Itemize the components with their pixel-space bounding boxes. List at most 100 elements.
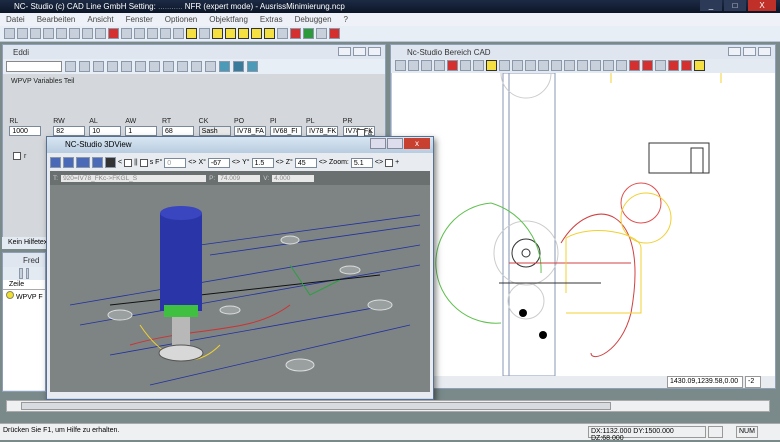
minimize-button[interactable]	[728, 47, 741, 56]
step-icon[interactable]	[316, 28, 327, 39]
list-item[interactable]: WPVP F	[3, 290, 45, 302]
context-help-icon[interactable]	[199, 28, 210, 39]
f-input[interactable]: 0	[164, 157, 187, 168]
checkbox-r[interactable]	[13, 152, 21, 160]
zoom-step-button[interactable]: <>	[375, 159, 383, 166]
close-button[interactable]	[758, 47, 771, 56]
center-icon[interactable]	[564, 60, 575, 71]
zoom-dec-button[interactable]: <>	[319, 159, 327, 166]
z-dec-button[interactable]: <>	[276, 159, 284, 166]
view-front-icon[interactable]	[50, 157, 61, 168]
new-file-icon[interactable]	[4, 28, 15, 39]
close-button[interactable]: x	[404, 138, 430, 149]
scrollbar-thumb[interactable]	[21, 402, 611, 410]
menu-datei[interactable]: Datei	[6, 15, 25, 24]
view-car-icon[interactable]	[63, 157, 74, 168]
field-input-rt[interactable]: 68	[161, 126, 194, 136]
menu-help[interactable]: ?	[344, 15, 348, 24]
view-5-icon[interactable]	[264, 28, 275, 39]
color-icon[interactable]	[694, 60, 705, 71]
view-multi-icon[interactable]	[92, 157, 103, 168]
cancel-icon[interactable]	[79, 61, 90, 72]
zoom-icon[interactable]	[395, 60, 406, 71]
cut-icon[interactable]	[121, 61, 132, 72]
field-input-pl[interactable]: IV78_FK	[305, 126, 338, 136]
grid-icon[interactable]	[149, 61, 160, 72]
zoom-in-icon[interactable]	[408, 60, 419, 71]
open-icon[interactable]	[17, 28, 28, 39]
z-input[interactable]: 45	[294, 157, 317, 168]
restore-button[interactable]	[743, 47, 756, 56]
window-icon[interactable]	[134, 28, 145, 39]
stop-icon[interactable]	[329, 28, 340, 39]
ruler-icon[interactable]	[499, 60, 510, 71]
snap-icon[interactable]	[473, 60, 484, 71]
list-icon[interactable]	[147, 28, 158, 39]
menu-optionen[interactable]: Optionen	[165, 15, 197, 24]
grid-icon[interactable]	[460, 60, 471, 71]
cancel-icon[interactable]	[290, 28, 301, 39]
field-input-ck[interactable]: Sash	[198, 126, 231, 136]
prev-button[interactable]: <	[118, 159, 122, 166]
palette-icon[interactable]	[108, 28, 119, 39]
tree-icon[interactable]	[107, 61, 118, 72]
block-icon[interactable]	[163, 61, 174, 72]
block2-icon[interactable]	[177, 61, 188, 72]
wand-icon[interactable]	[135, 61, 146, 72]
view-iso-icon[interactable]	[668, 60, 679, 71]
x-dec-button[interactable]: <>	[188, 159, 196, 166]
maximize-button[interactable]	[387, 138, 403, 149]
line2-icon[interactable]	[525, 60, 536, 71]
y-dec-button[interactable]: <>	[232, 159, 240, 166]
restore-button[interactable]	[353, 47, 366, 56]
object-icon[interactable]	[95, 28, 106, 39]
column-header[interactable]: Zeile	[3, 280, 45, 290]
field-input-rw[interactable]: 82	[53, 126, 86, 136]
field-input-aw[interactable]: 1	[125, 126, 158, 136]
checkbox-plus[interactable]	[385, 158, 394, 167]
cut-icon[interactable]	[19, 268, 23, 279]
view-top-icon[interactable]	[655, 60, 666, 71]
zoom-input[interactable]: 5.1	[350, 157, 373, 168]
help-icon[interactable]	[186, 28, 197, 39]
perpendicular-icon[interactable]	[590, 60, 601, 71]
3d-icon[interactable]	[219, 61, 230, 72]
paste-icon[interactable]	[25, 268, 29, 279]
intersect-icon[interactable]	[577, 60, 588, 71]
glasses-icon[interactable]	[82, 28, 93, 39]
view-back-icon[interactable]	[681, 60, 692, 71]
field-input-al[interactable]: 10	[89, 126, 122, 136]
y-input[interactable]: 1.5	[251, 157, 274, 168]
copy-icon[interactable]	[191, 61, 202, 72]
edit-icon[interactable]	[160, 28, 171, 39]
checkbox-f[interactable]	[139, 158, 148, 167]
cad-canvas[interactable]	[391, 73, 775, 376]
maximize-button[interactable]: □	[724, 0, 746, 11]
hand-icon[interactable]	[65, 61, 76, 72]
x-input[interactable]: -67	[207, 157, 230, 168]
pick-icon[interactable]	[69, 28, 80, 39]
view-side-icon[interactable]	[76, 157, 90, 168]
arrow-line-icon[interactable]	[538, 60, 549, 71]
checkbox[interactable]	[124, 158, 133, 167]
menu-objektfang[interactable]: Objektfang	[209, 15, 248, 24]
tangent-icon[interactable]	[603, 60, 614, 71]
menu-debuggen[interactable]: Debuggen	[295, 15, 332, 24]
xyz-icon[interactable]	[486, 60, 497, 71]
print-icon[interactable]	[173, 28, 184, 39]
view-side-icon[interactable]	[642, 60, 653, 71]
zoom-all-icon[interactable]	[434, 60, 445, 71]
debug-icon[interactable]	[277, 28, 288, 39]
minimize-button[interactable]	[338, 47, 351, 56]
close-button[interactable]: X	[748, 0, 776, 11]
close-button[interactable]	[368, 47, 381, 56]
zoom-out-icon[interactable]	[421, 60, 432, 71]
line-icon[interactable]	[512, 60, 523, 71]
field-input-rl[interactable]: 1000	[9, 126, 42, 136]
view-2-icon[interactable]	[225, 28, 236, 39]
import-icon[interactable]	[30, 28, 41, 39]
menu-ansicht[interactable]: Ansicht	[87, 15, 113, 24]
horizontal-scrollbar[interactable]	[6, 400, 770, 412]
run-icon[interactable]	[303, 28, 314, 39]
menu-fenster[interactable]: Fenster	[126, 15, 153, 24]
